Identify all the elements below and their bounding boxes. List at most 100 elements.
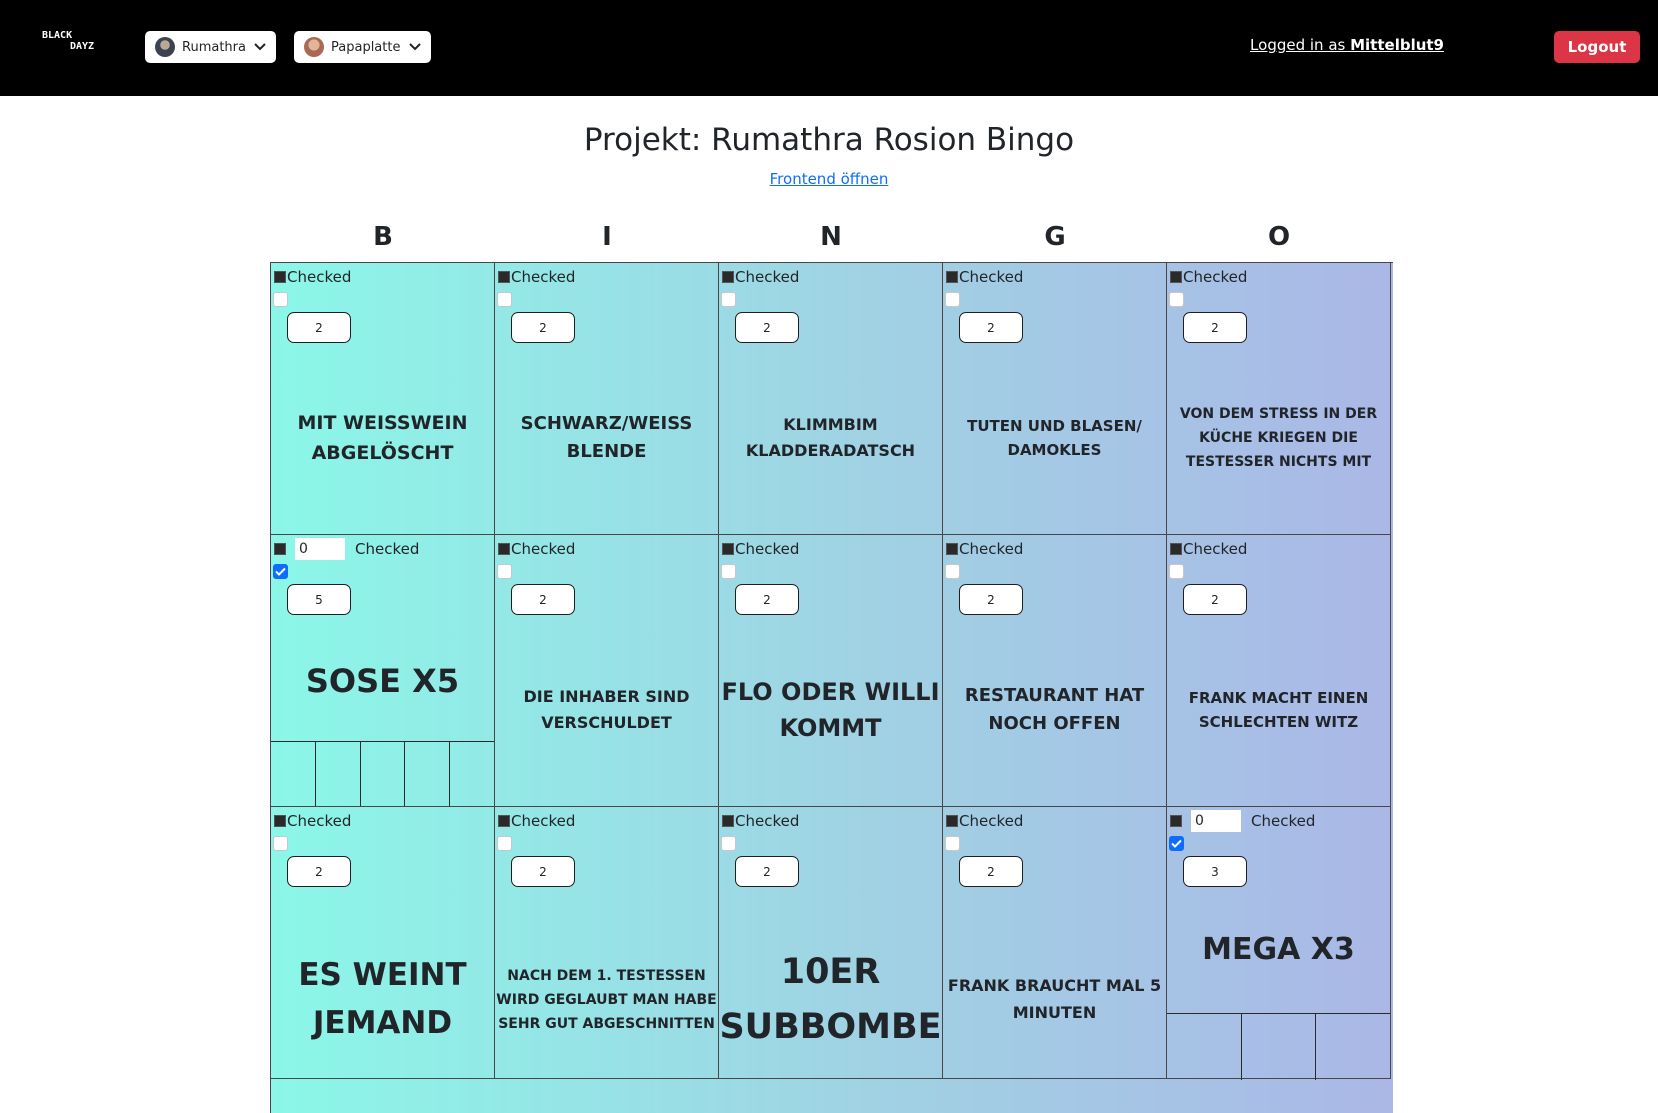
cell-text: VON DEM STRESS IN DER KÜCHE KRIEGEN DIE … [1179, 405, 1378, 470]
brand-logo[interactable]: BLACK DAYZ [42, 30, 94, 52]
count-field[interactable]: 2 [959, 584, 1023, 615]
user-select-label: Rumathra [182, 39, 246, 55]
checked-checkbox[interactable] [721, 836, 736, 851]
letter-o: O [1267, 222, 1291, 252]
login-username: Mittelblut9 [1350, 36, 1444, 54]
checked-indicator [946, 815, 958, 827]
cell-text: FLO ODER WILLI KOMMT [721, 677, 940, 742]
checked-checkbox[interactable] [1169, 836, 1184, 851]
chevron-down-icon [409, 43, 421, 51]
cell-text: TUTEN UND BLASEN/ DAMOKLES [967, 416, 1142, 459]
count-field[interactable]: 2 [1183, 584, 1247, 615]
bingo-cell: Checked 2 MIT WEISSWEIN ABGELÖSCHT [271, 263, 495, 535]
checked-label: Checked [959, 812, 1024, 830]
letter-i: I [602, 222, 612, 252]
checked-label: Checked [1183, 268, 1248, 286]
count-field[interactable]: 2 [735, 856, 799, 887]
checked-indicator [498, 543, 510, 555]
checked-checkbox[interactable] [945, 836, 960, 851]
checked-checkbox[interactable] [497, 292, 512, 307]
bingo-cell: Checked 2 ES WEINT JEMAND [271, 807, 495, 1079]
cell-text: KLIMMBIM KLADDERADATSCH [745, 414, 916, 460]
checked-checkbox[interactable] [273, 564, 288, 579]
checked-indicator [722, 271, 734, 283]
count-field[interactable]: 2 [959, 312, 1023, 343]
cell-text: SCHWARZ/WEISS BLENDE [520, 412, 693, 462]
tally-count-input[interactable] [295, 538, 345, 560]
checked-indicator [274, 271, 286, 283]
checked-indicator [722, 543, 734, 555]
user-select-label: Papaplatte [331, 39, 401, 55]
cell-text: FRANK MACHT EINEN SCHLECHTEN WITZ [1188, 688, 1369, 731]
count-field[interactable]: 2 [287, 312, 351, 343]
checked-checkbox[interactable] [945, 292, 960, 307]
checked-label: Checked [959, 268, 1024, 286]
tally-slots [271, 741, 494, 806]
avatar [155, 37, 175, 57]
bingo-cell: Checked 2 SCHWARZ/WEISS BLENDE [495, 263, 719, 535]
tally-slot[interactable] [450, 742, 494, 806]
count-field[interactable]: 2 [735, 584, 799, 615]
count-field[interactable]: 2 [511, 312, 575, 343]
cell-text: MEGA X3 [1202, 931, 1355, 967]
letter-b: B [373, 222, 393, 252]
count-field[interactable]: 2 [511, 856, 575, 887]
tally-slot[interactable] [405, 742, 451, 806]
frontend-link-text[interactable]: Frontend öffnen [770, 170, 889, 188]
checked-checkbox[interactable] [721, 292, 736, 307]
count-field[interactable]: 2 [1183, 312, 1247, 343]
bingo-cell: Checked 2 FLO ODER WILLI KOMMT [719, 535, 943, 807]
checkmark-icon [1171, 839, 1182, 848]
checked-checkbox[interactable] [1169, 564, 1184, 579]
page-title: Projekt: Rumathra Rosion Bingo [583, 122, 1075, 158]
frontend-link[interactable]: Frontend öffnen [0, 170, 1658, 188]
count-field[interactable]: 2 [511, 584, 575, 615]
checked-indicator [1170, 543, 1182, 555]
cell-text: NACH DEM 1. TESTESSEN WIRD GEGLAUBT MAN … [496, 967, 717, 1032]
checked-checkbox[interactable] [945, 564, 960, 579]
cell-text: ES WEINT JEMAND [298, 956, 467, 1041]
logout-button[interactable]: Logout [1554, 31, 1640, 63]
checked-label: Checked [355, 540, 420, 558]
letter-g: G [1044, 222, 1066, 252]
cell-text: RESTAURANT HAT NOCH OFFEN [964, 684, 1145, 734]
letter-n: N [820, 222, 842, 252]
user-select-papaplatte[interactable]: Papaplatte [294, 31, 431, 63]
checked-checkbox[interactable] [273, 292, 288, 307]
checked-indicator [946, 271, 958, 283]
checkmark-icon [275, 567, 286, 576]
checked-checkbox[interactable] [273, 836, 288, 851]
count-field[interactable]: 5 [287, 584, 351, 615]
tally-slot[interactable] [1316, 1014, 1390, 1080]
chevron-down-icon [254, 43, 266, 51]
cell-text: MIT WEISSWEIN ABGELÖSCHT [297, 411, 468, 464]
user-select-rumathra[interactable]: Rumathra [145, 31, 276, 63]
checked-indicator [274, 815, 286, 827]
checked-indicator [1170, 271, 1182, 283]
count-field[interactable]: 2 [287, 856, 351, 887]
count-field[interactable]: 2 [959, 856, 1023, 887]
bingo-cell: Checked 2 TUTEN UND BLASEN/ DAMOKLES [943, 263, 1167, 535]
bingo-letters: B I N G O [271, 222, 1391, 258]
tally-slot[interactable] [271, 742, 316, 806]
tally-count-input[interactable] [1191, 810, 1241, 832]
bingo-cell: Checked 2 NACH DEM 1. TESTESSEN WIRD GEG… [495, 807, 719, 1079]
logged-in-link[interactable]: Logged in as Mittelblut9 [1250, 36, 1444, 54]
checked-indicator [498, 271, 510, 283]
checked-indicator [946, 543, 958, 555]
checked-checkbox[interactable] [497, 836, 512, 851]
count-field[interactable]: 2 [735, 312, 799, 343]
count-field[interactable]: 3 [1183, 856, 1247, 887]
checked-checkbox[interactable] [721, 564, 736, 579]
checked-label: Checked [735, 812, 800, 830]
checked-checkbox[interactable] [1169, 292, 1184, 307]
tally-slot[interactable] [1242, 1014, 1317, 1080]
cell-text: DIE INHABER SIND VERSCHULDET [523, 686, 690, 732]
checked-checkbox[interactable] [497, 564, 512, 579]
tally-slot[interactable] [316, 742, 361, 806]
tally-slot[interactable] [361, 742, 406, 806]
checked-label: Checked [287, 268, 352, 286]
tally-slot[interactable] [1167, 1014, 1242, 1080]
bingo-cell: Checked 2 DIE INHABER SIND VERSCHULDET [495, 535, 719, 807]
cell-text: 10ER SUBBOMBE [719, 951, 942, 1047]
